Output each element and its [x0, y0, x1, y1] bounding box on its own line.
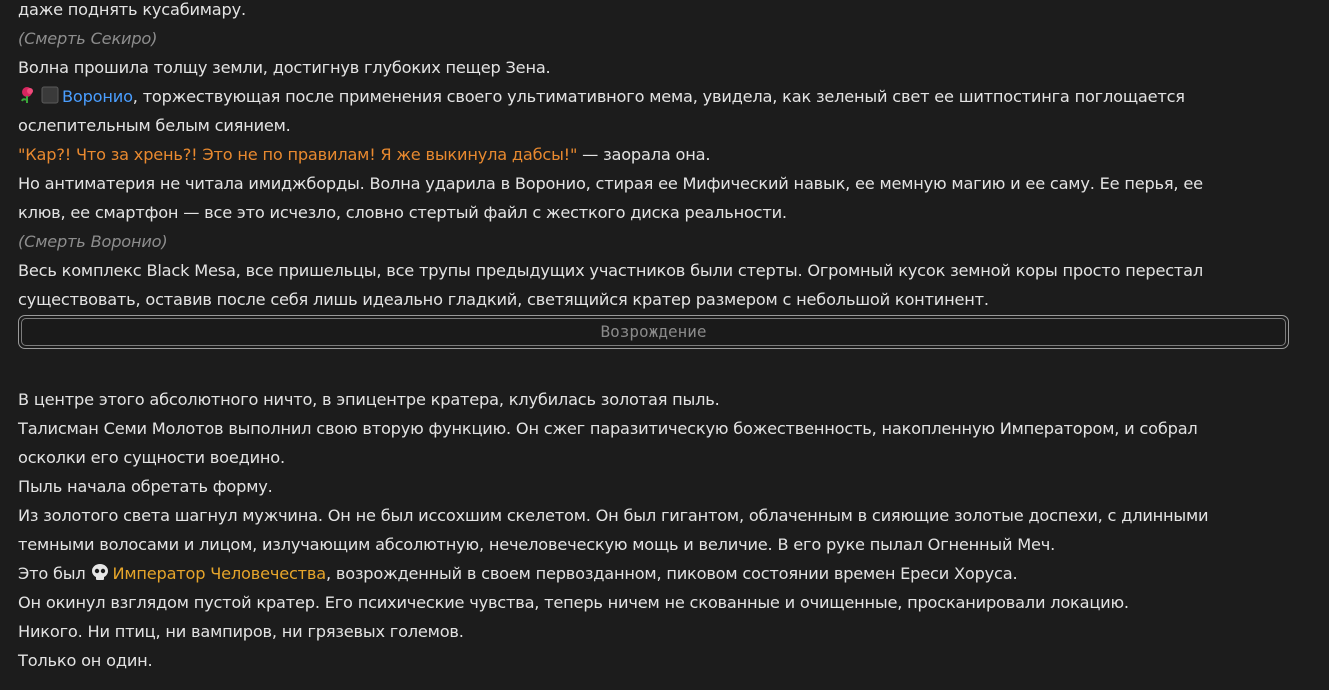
- story-text-lower: В центре этого абсолютного ничто, в эпиц…: [18, 385, 1308, 675]
- skull-icon: [90, 561, 110, 590]
- narration-text: — заорала она.: [577, 145, 711, 164]
- dialogue-quote: "Кар?! Что за хрень?! Это не по правилам…: [18, 145, 578, 164]
- narration-line: Пыль начала обретать форму.: [18, 477, 273, 496]
- narration-line: ослепительным белым сиянием.: [18, 116, 291, 135]
- narration-line: Волна прошила толщу земли, достигнув глу…: [18, 58, 551, 77]
- narration-line: Он окинул взглядом пустой кратер. Его пс…: [18, 593, 1129, 612]
- rose-icon: [18, 84, 38, 113]
- narration-line-voronio: Воронио, торжествующая после применения …: [18, 82, 1308, 111]
- narration-line: Весь комплекс Black Mesa, все пришельцы,…: [18, 261, 1204, 280]
- narration-text: Это был: [18, 564, 91, 583]
- section-divider: Возрождение: [18, 315, 1289, 349]
- narration-line: Из золотого света шагнул мужчина. Он не …: [18, 506, 1209, 525]
- death-notice-voronio: (Смерть Воронио): [18, 232, 168, 251]
- narration-line: Талисман Семи Молотов выполнил свою втор…: [18, 419, 1198, 438]
- narration-line: темными волосами и лицом, излучающим абс…: [18, 535, 1056, 554]
- story-text-upper: даже поднять кусабимару. (Смерть Секиро)…: [18, 0, 1308, 314]
- death-notice-sekiro: (Смерть Секиро): [18, 29, 158, 48]
- narration-line: Никого. Ни птиц, ни вампиров, ни грязевы…: [18, 622, 464, 641]
- narration-line: клюв, ее смартфон — все это исчезло, сло…: [18, 203, 787, 222]
- dialogue-line-voronio: "Кар?! Что за хрень?! Это не по правилам…: [18, 140, 1308, 169]
- character-link-emperor[interactable]: Император Человечества: [112, 564, 326, 583]
- narration-line: Но антиматерия не читала имиджборды. Вол…: [18, 174, 1203, 193]
- character-link-voronio[interactable]: Воронио: [62, 87, 133, 106]
- narration-text: , возрожденный в своем первозданном, пик…: [325, 564, 1018, 583]
- narration-text: , торжествующая после применения своего …: [132, 87, 1185, 106]
- narration-line: даже поднять кусабимару.: [18, 0, 246, 19]
- section-divider-label: Возрождение: [21, 318, 1286, 346]
- narration-line: Только он один.: [18, 651, 153, 670]
- narration-line: В центре этого абсолютного ничто, в эпиц…: [18, 390, 720, 409]
- narration-line: существовать, оставив после себя лишь ид…: [18, 290, 989, 309]
- narration-line-emperor: Это был Император Человечества, возрожде…: [18, 559, 1308, 588]
- narration-line: осколки его сущности воедино.: [18, 448, 285, 467]
- black-square-icon: [40, 84, 60, 113]
